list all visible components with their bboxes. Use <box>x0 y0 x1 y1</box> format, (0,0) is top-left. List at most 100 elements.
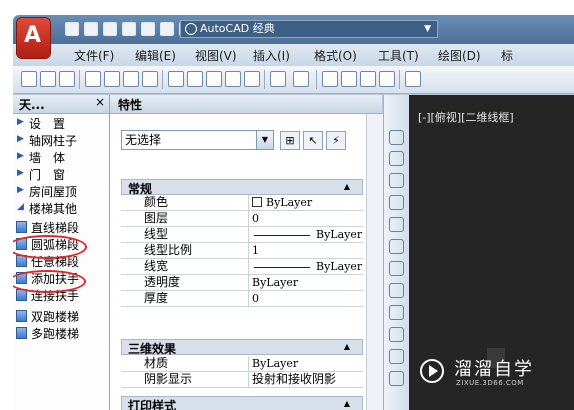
drawing-viewport[interactable]: [-][俯视][二维线框] 溜溜自学 ZIXUE.3D66.COM <box>409 95 574 410</box>
print-icon[interactable] <box>160 22 174 36</box>
zoom-window-icon[interactable] <box>360 71 376 87</box>
property-row[interactable]: 线型 ByLayer <box>121 227 363 243</box>
tool-panel-item[interactable]: ▶ 轴网柱子 <box>13 132 109 149</box>
property-row[interactable]: 透明度 ByLayer <box>121 275 363 291</box>
viewport-controls-label[interactable]: [-][俯视][二维线框] <box>418 109 514 125</box>
app-logo: A <box>24 23 42 48</box>
copy-icon[interactable] <box>187 71 203 87</box>
construction-line-icon[interactable] <box>389 151 404 166</box>
menu-file[interactable]: 文件(F) <box>74 47 114 64</box>
pan-icon[interactable] <box>322 71 338 87</box>
zoom-realtime-icon[interactable] <box>341 71 357 87</box>
property-row[interactable]: 线宽 ByLayer <box>121 259 363 275</box>
standard-toolbar <box>13 66 574 94</box>
spline-icon[interactable] <box>389 305 404 320</box>
menu-view[interactable]: 视图(V) <box>195 47 237 64</box>
property-value[interactable]: ByLayer <box>249 356 363 372</box>
menu-tools[interactable]: 工具(T) <box>378 47 419 64</box>
ellipse-arc-icon[interactable] <box>389 349 404 364</box>
section-print-style[interactable]: 打印样式 ▲ <box>121 396 363 410</box>
rectangle-icon[interactable] <box>389 217 404 232</box>
tool-panel-item[interactable]: 直线梯段 <box>13 219 109 236</box>
match-properties-icon[interactable] <box>225 71 241 87</box>
new-icon[interactable] <box>21 71 37 87</box>
workspace-dropdown[interactable]: AutoCAD 经典 ▼ <box>180 20 438 38</box>
property-value-text: 1 <box>252 244 259 257</box>
property-value-text: ByLayer <box>252 357 299 370</box>
property-value[interactable]: 投射和接收阴影 <box>249 372 363 388</box>
linetype-preview <box>254 234 310 236</box>
property-key: 线型 <box>121 227 249 243</box>
line-icon[interactable] <box>389 130 404 145</box>
toolbar-divider <box>264 70 265 89</box>
publish-icon[interactable] <box>123 71 139 87</box>
linetype-preview <box>254 266 310 268</box>
3d-print-icon[interactable] <box>142 71 158 87</box>
property-row[interactable]: 厚度 0 <box>121 291 363 307</box>
open-file-icon[interactable] <box>84 22 98 36</box>
print-preview-icon[interactable] <box>104 71 120 87</box>
toggle-pickadd-icon[interactable]: ⊞ <box>280 131 300 150</box>
close-icon[interactable]: × <box>95 95 105 109</box>
property-value[interactable]: ByLayer <box>249 227 363 243</box>
property-value[interactable]: 1 <box>249 243 363 259</box>
tool-panel-item[interactable]: ◢ 楼梯其他 <box>13 200 109 217</box>
zoom-previous-icon[interactable] <box>379 71 395 87</box>
section-general[interactable]: 常规 ▲ <box>121 179 363 196</box>
menu-format[interactable]: 格式(O) <box>314 47 357 64</box>
tool-panel-title: 天... <box>19 98 45 112</box>
color-swatch-icon <box>252 197 262 207</box>
property-row[interactable]: 颜色 ByLayer <box>121 195 363 211</box>
revision-cloud-icon[interactable] <box>389 283 404 298</box>
save-icon[interactable] <box>59 71 75 87</box>
menu-insert[interactable]: 插入(I) <box>253 47 290 64</box>
selection-dropdown[interactable]: 无选择 ▼ <box>121 130 274 150</box>
tool-panel-item[interactable]: ▶ 房间屋顶 <box>13 183 109 200</box>
property-key: 厚度 <box>121 291 249 307</box>
app-menu-button[interactable]: A <box>17 18 50 58</box>
print-icon[interactable] <box>85 71 101 87</box>
property-row[interactable]: 阴影显示 投射和接收阴影 <box>121 372 363 388</box>
property-key: 图层 <box>121 211 249 227</box>
property-row[interactable]: 材质 ByLayer <box>121 356 363 372</box>
properties-scrollbar[interactable] <box>366 114 383 410</box>
section-3d-effects[interactable]: 三维效果 ▲ <box>121 339 363 356</box>
save-icon[interactable] <box>103 22 117 36</box>
menu-edit[interactable]: 编辑(E) <box>135 47 176 64</box>
quick-select-icon[interactable]: ⚡ <box>326 131 346 150</box>
property-value[interactable]: 0 <box>249 211 363 227</box>
tool-panel-item-label: 直线梯段 <box>31 221 80 235</box>
property-value[interactable]: 0 <box>249 291 363 307</box>
menu-more[interactable]: 标 <box>501 47 513 64</box>
paste-icon[interactable] <box>206 71 222 87</box>
cut-icon[interactable] <box>168 71 184 87</box>
property-value[interactable]: ByLayer <box>249 195 363 211</box>
menu-bar: 文件(F) 编辑(E) 视图(V) 插入(I) 格式(O) 工具(T) 绘图(D… <box>13 44 574 66</box>
tool-panel-item[interactable]: ▶ 设 置 <box>13 115 109 132</box>
undo-icon[interactable] <box>270 71 286 87</box>
save-as-icon[interactable] <box>122 22 136 36</box>
insert-block-icon[interactable] <box>389 371 404 386</box>
property-value[interactable]: ByLayer <box>249 259 363 275</box>
tool-panel-item[interactable]: 双跑楼梯 <box>13 308 109 325</box>
tool-panel-item-label: 房间屋顶 <box>29 185 78 199</box>
properties-icon[interactable] <box>405 71 421 87</box>
new-file-icon[interactable] <box>65 22 79 36</box>
tool-panel-item[interactable]: ▶ 门 窗 <box>13 166 109 183</box>
polyline-icon[interactable] <box>389 173 404 188</box>
open-icon[interactable] <box>40 71 56 87</box>
property-row[interactable]: 图层 0 <box>121 211 363 227</box>
ellipse-icon[interactable] <box>389 327 404 342</box>
block-editor-icon[interactable] <box>244 71 260 87</box>
tool-panel-item[interactable]: 多跑楼梯 <box>13 325 109 342</box>
arc-icon[interactable] <box>389 239 404 254</box>
select-objects-icon[interactable]: ↖ <box>303 131 323 150</box>
property-row[interactable]: 线型比例 1 <box>121 243 363 259</box>
redo-icon[interactable] <box>293 71 309 87</box>
property-value[interactable]: ByLayer <box>249 275 363 291</box>
polygon-icon[interactable] <box>389 195 404 210</box>
publish-icon[interactable] <box>141 22 155 36</box>
tool-panel-item[interactable]: ▶ 墙 体 <box>13 149 109 166</box>
circle-icon[interactable] <box>389 261 404 276</box>
menu-draw[interactable]: 绘图(D) <box>438 47 481 64</box>
